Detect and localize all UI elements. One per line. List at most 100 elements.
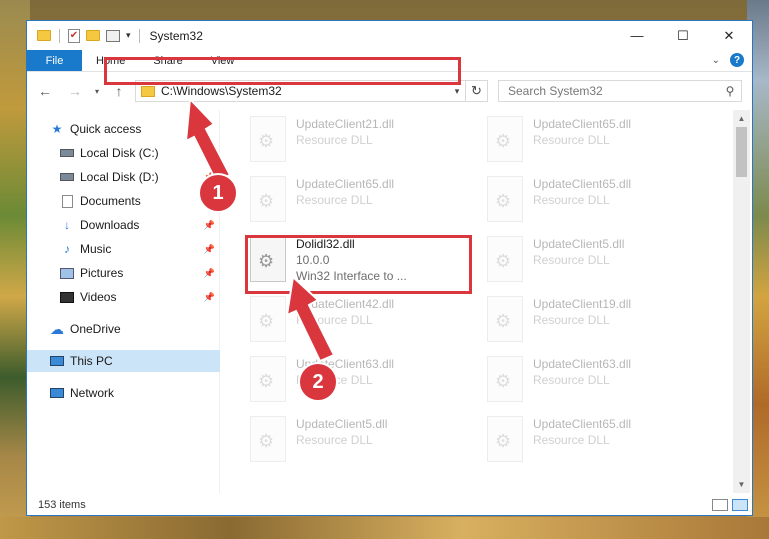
sidebar-item-documents[interactable]: Documents 📌 [59, 190, 219, 212]
tab-view[interactable]: View [197, 50, 249, 71]
sidebar-item-label: Videos [80, 290, 117, 304]
tab-home[interactable]: Home [82, 50, 139, 71]
sidebar-item-label: Music [80, 242, 112, 256]
folder-icon [141, 85, 155, 97]
minimize-button[interactable]: — [614, 21, 660, 50]
file-description: Resource DLL [296, 193, 373, 207]
details-view-icon[interactable] [712, 499, 728, 511]
forward-arrow-icon[interactable]: → [65, 83, 85, 99]
file-description: Resource DLL [296, 133, 373, 147]
file-tile[interactable]: ⚙ UpdateClient65.dll Resource DLL [244, 173, 474, 227]
search-icon[interactable]: ⚲ [719, 84, 741, 98]
tab-share[interactable]: Share [139, 50, 196, 71]
file-description: Resource DLL [533, 133, 610, 147]
file-tile[interactable]: ⚙ UpdateClient42.dll Resource DLL [244, 293, 474, 347]
sidebar-item-label: Local Disk (D:) [80, 170, 159, 184]
dll-file-icon: ⚙ [250, 116, 286, 162]
chevron-down-icon[interactable]: ▾ [449, 86, 465, 97]
maximize-button[interactable]: ☐ [660, 21, 706, 50]
dll-file-icon: ⚙ [487, 236, 523, 282]
file-description: Resource DLL [533, 313, 610, 327]
file-tile[interactable]: ⚙ UpdateClient65.dll Resource DLL [481, 173, 711, 227]
file-tile[interactable]: ⚙ UpdateClient5.dll Resource DLL [481, 233, 711, 287]
sidebar-item-onedrive[interactable]: ☁ OneDrive [49, 318, 199, 340]
new-folder-icon[interactable] [86, 30, 100, 41]
address-row: ← → ▾ ↑ C:\Windows\System32 ▾ ↻ Search S… [27, 72, 752, 110]
file-tile[interactable]: ⚙ UpdateClient19.dll Resource DLL [481, 293, 711, 347]
recent-locations-icon[interactable]: ▾ [91, 87, 103, 96]
file-tile[interactable]: ⚙ UpdateClient65.dll Resource DLL [481, 113, 711, 167]
sidebar-item-quick-access[interactable]: ★ Quick access [49, 118, 199, 140]
item-count: 153 items [38, 499, 86, 511]
file-tile[interactable]: ⚙ UpdateClient65.dll Resource DLL [481, 413, 711, 467]
window-controls: — ☐ ✕ [614, 21, 752, 50]
pin-icon[interactable]: 📌 [204, 148, 215, 159]
ribbon-right-controls: ⌄ ? [712, 53, 744, 67]
file-name: UpdateClient65.dll [533, 177, 632, 191]
sidebar-item-label: Downloads [80, 218, 140, 232]
scroll-up-icon[interactable]: ▲ [733, 110, 750, 127]
help-icon[interactable]: ? [730, 53, 744, 67]
address-path[interactable]: C:\Windows\System32 [161, 84, 449, 98]
file-description: Resource DLL [533, 193, 610, 207]
file-description: Resource DLL [296, 433, 373, 447]
sidebar-item-this-pc[interactable]: This PC [27, 350, 220, 372]
videos-icon [59, 290, 75, 304]
star-icon: ★ [51, 122, 63, 136]
chevron-down-icon[interactable]: ▾ [126, 30, 131, 41]
scroll-down-icon[interactable]: ▼ [733, 476, 750, 493]
chevron-down-icon[interactable]: ⌄ [712, 55, 720, 66]
tiles-view-icon[interactable] [732, 499, 748, 511]
properties-check-icon[interactable]: ✔ [68, 28, 80, 43]
dll-file-icon: ⚙ [250, 356, 286, 402]
file-tile[interactable]: ⚙ UpdateClient21.dll Resource DLL [244, 113, 474, 167]
refresh-icon[interactable]: ↻ [465, 81, 487, 101]
file-name: UpdateClient42.dll [296, 297, 395, 311]
file-name: UpdateClient5.dll [296, 417, 388, 431]
sidebar-item-music[interactable]: ♪ Music 📌 [59, 238, 219, 260]
sidebar-item-label: Documents [80, 194, 141, 208]
vertical-scrollbar[interactable]: ▲ ▼ [733, 110, 750, 493]
pin-icon[interactable]: 📌 [204, 268, 215, 279]
folder-icon[interactable] [37, 30, 51, 41]
sidebar-item-local-disk-d[interactable]: Local Disk (D:) 📌 [59, 166, 219, 188]
status-bar: 153 items [27, 493, 752, 515]
navigation-pane: ★ Quick access Local Disk (C:) 📌 Local D… [27, 110, 220, 493]
address-bar[interactable]: C:\Windows\System32 ▾ ↻ [135, 80, 488, 102]
file-description: Resource DLL [533, 433, 610, 447]
file-name: UpdateClient21.dll [296, 117, 395, 131]
close-button[interactable]: ✕ [706, 21, 752, 50]
file-tile[interactable]: ⚙ UpdateClient63.dllResource DLL [244, 353, 474, 407]
file-name: UpdateClient5.dll [533, 237, 625, 251]
sidebar-item-downloads[interactable]: ↓ Downloads 📌 [59, 214, 219, 236]
pin-icon[interactable]: 📌 [204, 220, 215, 231]
music-icon: ♪ [64, 242, 70, 256]
pin-icon[interactable]: 📌 [204, 244, 215, 255]
tab-file[interactable]: File [27, 50, 82, 71]
sidebar-item-pictures[interactable]: Pictures 📌 [59, 262, 219, 284]
file-name: UpdateClient19.dll [533, 297, 632, 311]
file-name: Dolidl32.dll [296, 237, 355, 251]
pin-icon[interactable]: 📌 [204, 292, 215, 303]
back-arrow-icon[interactable]: ← [35, 83, 55, 99]
search-input[interactable]: Search System32 ⚲ [498, 80, 742, 102]
scrollbar-thumb[interactable] [736, 127, 747, 177]
sidebar-item-local-disk-c[interactable]: Local Disk (C:) 📌 [59, 142, 219, 164]
file-tile-selected[interactable]: ⚙ Dolidl32.dll 10.0.0 Win32 Interface to… [244, 233, 474, 293]
sidebar-item-videos[interactable]: Videos 📌 [59, 286, 219, 308]
customize-icon[interactable] [106, 29, 120, 42]
sidebar-item-network[interactable]: Network [49, 382, 199, 404]
toolbar-separator [138, 28, 140, 43]
file-tile[interactable]: ⚙ UpdateClient5.dll Resource DLL [244, 413, 474, 467]
window-title: System32 [149, 28, 203, 43]
dll-file-icon: ⚙ [250, 236, 286, 282]
onedrive-icon: ☁ [50, 320, 64, 337]
dll-file-icon: ⚙ [487, 116, 523, 162]
file-tile[interactable]: ⚙ UpdateClient63.dllResource DLL [481, 353, 711, 407]
file-name: UpdateClient65.dll [533, 417, 632, 431]
up-arrow-icon[interactable]: ↑ [109, 83, 129, 99]
content-area: ★ Quick access Local Disk (C:) 📌 Local D… [27, 110, 752, 493]
quick-access-toolbar: ✔ ▾ [27, 28, 142, 43]
drive-icon [59, 170, 75, 184]
search-placeholder[interactable]: Search System32 [508, 84, 719, 98]
